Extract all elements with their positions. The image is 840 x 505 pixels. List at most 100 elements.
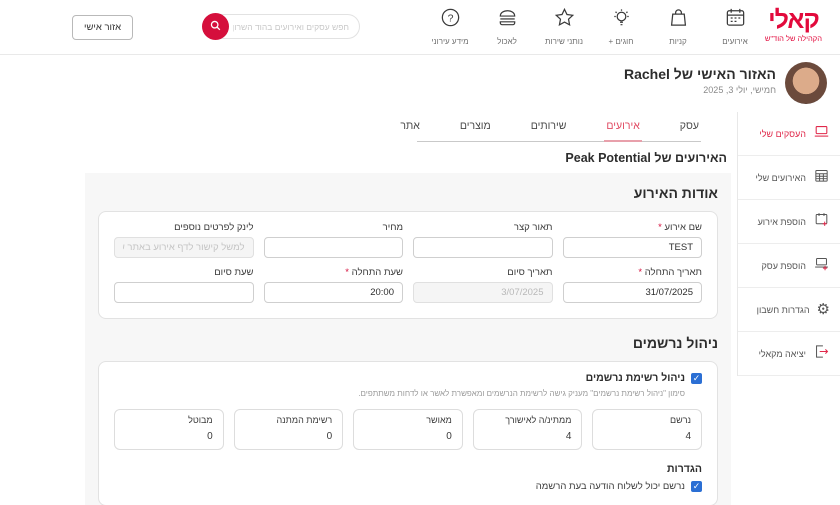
gear-icon: ⚙ <box>817 302 830 317</box>
registration-stats: נרשם 4 ממתינ/ה לאישורך 4 מאושר 0 רשימת ה… <box>114 409 702 450</box>
sidebar-item-label: הוספת אירוע <box>758 217 806 227</box>
tab-events[interactable]: אירועים <box>604 114 641 142</box>
sidebar-item-label: הגדרות חשבון <box>757 305 810 315</box>
stat-value: 0 <box>364 431 452 442</box>
question-icon: ? <box>439 6 462 34</box>
required-mark: * <box>345 267 349 278</box>
sidebar-item-label: האירועים שלי <box>755 173 806 183</box>
burger-icon <box>496 6 519 34</box>
field-label: שם אירוע <box>664 222 702 233</box>
stat-waitlist: רשימת המתנה 0 <box>234 409 344 450</box>
stat-value: 0 <box>245 431 333 442</box>
field-label: תאריך התחלה <box>645 267 702 278</box>
nav-label: חוגים + <box>609 37 634 46</box>
stat-cancelled: מבוטל 0 <box>114 409 224 450</box>
calendar-icon <box>724 6 747 34</box>
logout-icon <box>813 343 830 365</box>
lightbulb-icon <box>610 6 633 34</box>
field-short-desc: תאור קצר <box>413 222 553 258</box>
field-label: לינק לפרטים נוספים <box>114 222 254 233</box>
allow-message-checkbox[interactable]: ✓ <box>691 481 702 492</box>
brand-logo[interactable]: קאלי הקהילה של הוד"ש <box>765 7 822 43</box>
field-start-date: תאריך התחלה * <box>563 267 703 303</box>
main-content: עסק אירועים שירותים מוצרים אתר האירועים … <box>85 110 731 505</box>
price-input[interactable] <box>264 237 404 258</box>
calendar-grid-icon <box>813 167 830 189</box>
registrants-card: ✓ ניהול רשימת נרשמים סימון "ניהול רשימת … <box>98 361 718 505</box>
business-tabs: עסק אירועים שירותים מוצרים אתר <box>417 114 701 142</box>
settings-heading: הגדרות <box>114 463 702 475</box>
link-input[interactable] <box>114 237 254 258</box>
tab-services[interactable]: שירותים <box>529 114 569 142</box>
manage-list-label: ניהול רשימת נרשמים <box>586 372 685 384</box>
field-start-time: שעת התחלה * <box>264 267 404 303</box>
nav-label: מידע עירוני <box>431 37 468 46</box>
field-link: לינק לפרטים נוספים <box>114 222 254 258</box>
sidebar-item-add-event[interactable]: הוספת אירוע <box>738 200 840 244</box>
star-icon <box>553 6 576 34</box>
logo-tagline: הקהילה של הוד"ש <box>765 34 822 43</box>
stat-value: 4 <box>603 431 691 442</box>
page-title: האזור האישי של Rachel <box>624 66 776 82</box>
about-event-card: שם אירוע * תאור קצר מחיר לינק לפרטים נוס… <box>98 211 718 319</box>
field-label: שעת התחלה <box>352 267 403 278</box>
sidebar-item-account-settings[interactable]: ⚙ הגדרות חשבון <box>738 288 840 332</box>
registrants-heading: ניהול נרשמים <box>98 335 718 351</box>
field-price: מחיר <box>264 222 404 258</box>
sidebar-item-my-businesses[interactable]: העסקים שלי <box>738 112 840 156</box>
start-time-input[interactable] <box>264 282 404 303</box>
stat-pending-approval: ממתינ/ה לאישורך 4 <box>473 409 583 450</box>
laptop-icon <box>813 123 830 145</box>
nav-label: לאכול <box>497 37 517 46</box>
about-event-heading: אודות האירוע <box>98 185 718 201</box>
nav-item-classes[interactable]: חוגים + <box>599 6 643 46</box>
search-button[interactable] <box>202 13 229 40</box>
events-heading: האירועים של Peak Potential <box>85 151 727 165</box>
avatar[interactable] <box>785 62 827 104</box>
user-greeting-row: האזור האישי של Rachel חמישי, יולי 3, 202… <box>580 60 840 108</box>
event-edit-panel: אודות האירוע שם אירוע * תאור קצר מחיר <box>85 173 731 505</box>
personal-area-button[interactable]: אזור אישי <box>72 15 133 40</box>
account-sidebar: העסקים שלי האירועים שלי הוספת אירוע הוספ… <box>737 112 840 376</box>
nav-item-eat[interactable]: לאכול <box>485 6 529 46</box>
sidebar-item-label: הוספת עסק <box>761 261 806 271</box>
calendar-plus-icon <box>813 211 830 233</box>
field-end-date: תאריך סיום <box>413 267 553 303</box>
sidebar-item-label: יציאה מקאלי <box>759 349 806 359</box>
start-date-input[interactable] <box>563 282 703 303</box>
stat-value: 4 <box>484 431 572 442</box>
required-mark: * <box>638 267 642 278</box>
allow-message-label: נרשם יכול לשלוח הודעה בעת הרשמה <box>536 481 685 492</box>
nav-item-events[interactable]: אירועים <box>713 6 757 46</box>
nav-item-shopping[interactable]: קניות <box>656 6 700 46</box>
nav-label: קניות <box>669 37 687 46</box>
sidebar-item-logout[interactable]: יציאה מקאלי <box>738 332 840 376</box>
stat-approved: מאושר 0 <box>353 409 463 450</box>
end-date-input[interactable] <box>413 282 553 303</box>
site-search <box>202 14 360 39</box>
sidebar-item-add-business[interactable]: הוספת עסק <box>738 244 840 288</box>
field-label: מחיר <box>264 222 404 233</box>
field-event-name: שם אירוע * <box>563 222 703 258</box>
sidebar-item-label: העסקים שלי <box>759 129 806 139</box>
sidebar-item-my-events[interactable]: האירועים שלי <box>738 156 840 200</box>
nav-item-services[interactable]: נותני שירות <box>542 6 586 46</box>
tab-website[interactable]: אתר <box>398 114 421 142</box>
field-label: תאריך סיום <box>413 267 553 278</box>
field-label: שעת סיום <box>114 267 254 278</box>
event-name-input[interactable] <box>563 237 703 258</box>
tab-business[interactable]: עסק <box>678 114 701 142</box>
field-label: תאור קצר <box>413 222 553 233</box>
logo-title: קאלי <box>765 7 822 33</box>
manage-list-note: סימון "ניהול רשימת נרשמים" מעניק גישה לר… <box>114 389 685 398</box>
laptop-plus-icon <box>813 255 830 277</box>
nav-item-city-info[interactable]: ? מידע עירוני <box>428 6 472 46</box>
nav-label: נותני שירות <box>545 37 583 46</box>
short-desc-input[interactable] <box>413 237 553 258</box>
nav-label: אירועים <box>722 37 747 46</box>
required-mark: * <box>658 222 662 233</box>
end-time-input[interactable] <box>114 282 254 303</box>
manage-list-checkbox[interactable]: ✓ <box>691 373 702 384</box>
stat-value: 0 <box>125 431 213 442</box>
tab-products[interactable]: מוצרים <box>458 114 493 142</box>
